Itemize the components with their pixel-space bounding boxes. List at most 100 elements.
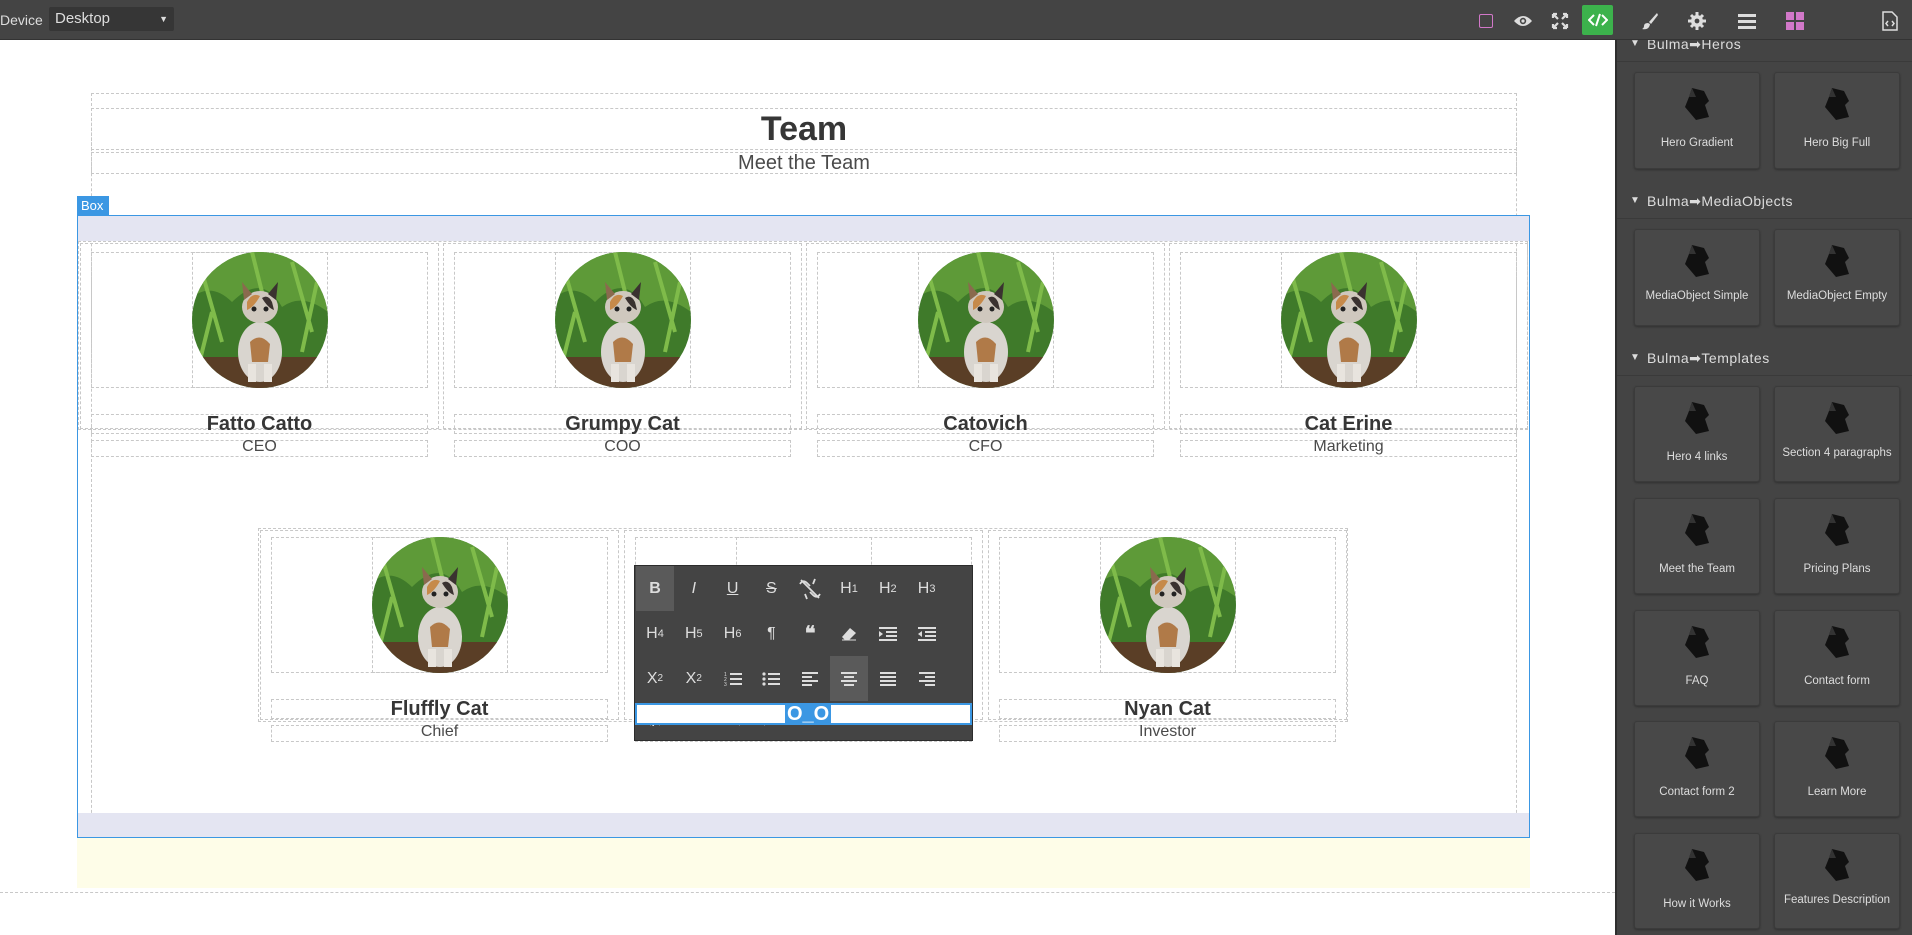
member-name[interactable]: Fluffly Cat: [271, 698, 608, 721]
block-item[interactable]: Learn More: [1774, 721, 1900, 817]
caret-down-icon: ▼: [1630, 40, 1641, 49]
justify-icon[interactable]: [869, 656, 907, 701]
superscript-button[interactable]: X2: [675, 656, 713, 701]
gear-icon[interactable]: [1682, 6, 1712, 36]
block-icon: [1685, 245, 1709, 277]
block-category-header[interactable]: ▼ Bulma➡MediaObjects: [1617, 183, 1912, 219]
cat-avatar[interactable]: [191, 252, 328, 388]
block-item[interactable]: Hero Gradient: [1634, 72, 1760, 169]
h2-button[interactable]: H2: [869, 566, 907, 611]
editor-canvas[interactable]: Team Meet the Team Box Fatto Catto CEO Gru…: [0, 40, 1615, 935]
brush-icon[interactable]: [1635, 6, 1665, 36]
block-label: Contact form 2: [1659, 786, 1735, 798]
member-role[interactable]: Marketing: [1180, 438, 1517, 456]
block-category-title: Bulma➡MediaObjects: [1647, 193, 1794, 209]
indent-icon[interactable]: [869, 611, 907, 656]
cat-avatar[interactable]: [371, 537, 508, 673]
block-item[interactable]: Meet the Team: [1634, 498, 1760, 594]
editing-text-field[interactable]: O_O: [635, 703, 972, 725]
block-item[interactable]: Hero 4 links: [1634, 386, 1760, 482]
svg-text:3: 3: [724, 682, 727, 687]
block-icon: [1825, 737, 1849, 769]
page-subtitle[interactable]: Meet the Team: [91, 151, 1517, 175]
underline-button[interactable]: U: [714, 566, 752, 611]
panel-tabs: [1615, 0, 1912, 40]
block-item[interactable]: FAQ: [1634, 610, 1760, 706]
box-padding-bottom: [78, 813, 1529, 837]
block-item[interactable]: Contact form 2: [1634, 721, 1760, 817]
block-label: Learn More: [1807, 786, 1867, 798]
h3-button[interactable]: H3: [908, 566, 946, 611]
paragraph-button[interactable]: ¶: [752, 611, 790, 656]
member-name[interactable]: Fatto Catto: [91, 413, 428, 436]
align-right-icon[interactable]: [908, 656, 946, 701]
block-icon: [1685, 88, 1709, 120]
strikethrough-button[interactable]: S: [752, 566, 790, 611]
italic-button[interactable]: I: [675, 566, 713, 611]
subscript-button[interactable]: X2: [636, 656, 674, 701]
device-select[interactable]: Desktop ▼: [49, 7, 174, 31]
blocks-panel: ▼ Bulma➡Heros Hero Gradient Hero Big Full ▼ B…: [1615, 40, 1912, 935]
member-name[interactable]: Cat Erine: [1180, 413, 1517, 436]
h6-button[interactable]: H6: [714, 611, 752, 656]
box-padding-top: [78, 216, 1529, 241]
selected-name-text[interactable]: O_O: [785, 704, 832, 725]
unlink-icon[interactable]: [791, 566, 829, 611]
block-item[interactable]: Contact form: [1774, 610, 1900, 706]
block-item[interactable]: Section 4 paragraphs: [1774, 386, 1900, 482]
layers-icon[interactable]: [1732, 6, 1762, 36]
block-category-header[interactable]: ▼ Bulma➡Templates: [1617, 340, 1912, 376]
eye-icon[interactable]: [1508, 6, 1538, 36]
member-name[interactable]: Grumpy Cat: [454, 413, 791, 436]
block-icon: [1825, 88, 1849, 120]
code-file-icon[interactable]: [1875, 6, 1905, 36]
member-name[interactable]: Nyan Cat: [999, 698, 1336, 721]
page-title[interactable]: Team: [91, 108, 1517, 150]
square-outline-icon[interactable]: [1471, 6, 1501, 36]
block-label: Hero Big Full: [1803, 137, 1871, 149]
block-icon: [1825, 514, 1849, 546]
block-item[interactable]: MediaObject Simple: [1634, 229, 1760, 326]
box-badge: Box: [77, 196, 109, 215]
block-item[interactable]: Hero Big Full: [1774, 72, 1900, 169]
block-label: Hero Gradient: [1660, 137, 1734, 149]
ordered-list-icon[interactable]: 123: [714, 656, 752, 701]
unordered-list-icon[interactable]: [752, 656, 790, 701]
block-item[interactable]: Pricing Plans: [1774, 498, 1900, 594]
blockquote-button[interactable]: ❝: [791, 611, 829, 656]
member-role[interactable]: Investor: [999, 723, 1336, 741]
block-item[interactable]: MediaObject Empty: [1774, 229, 1900, 326]
outdent-icon[interactable]: [908, 611, 946, 656]
eraser-icon[interactable]: [830, 611, 868, 656]
code-icon[interactable]: [1582, 5, 1613, 35]
cat-avatar[interactable]: [1099, 537, 1236, 673]
member-role[interactable]: CFO: [817, 438, 1154, 456]
block-label: Contact form: [1804, 675, 1870, 687]
align-left-icon[interactable]: [791, 656, 829, 701]
block-icon: [1685, 737, 1709, 769]
member-role[interactable]: CEO: [91, 438, 428, 456]
caret-down-icon: ▼: [1630, 352, 1641, 363]
block-item[interactable]: Features Description: [1774, 833, 1900, 929]
block-label: Hero 4 links: [1666, 451, 1728, 463]
block-icon: [1825, 626, 1849, 658]
member-role[interactable]: Chief: [271, 723, 608, 741]
caret-down-icon: ▼: [1630, 195, 1641, 206]
device-label: Device: [0, 12, 43, 28]
cat-avatar[interactable]: [1280, 252, 1417, 388]
cat-avatar[interactable]: [917, 252, 1054, 388]
h4-button[interactable]: H4: [636, 611, 674, 656]
member-role[interactable]: COO: [454, 438, 791, 456]
cat-avatar[interactable]: [554, 252, 691, 388]
block-label: FAQ: [1685, 675, 1709, 687]
h5-button[interactable]: H5: [675, 611, 713, 656]
block-category-header[interactable]: ▼ Bulma➡Heros: [1617, 40, 1912, 62]
member-name[interactable]: Catovich: [817, 413, 1154, 436]
blocks-icon[interactable]: [1780, 6, 1810, 36]
block-icon: [1685, 626, 1709, 658]
bold-button[interactable]: B: [636, 566, 674, 611]
align-center-icon[interactable]: [830, 656, 868, 701]
h1-button[interactable]: H1: [830, 566, 868, 611]
fullscreen-icon[interactable]: [1545, 6, 1575, 36]
block-item[interactable]: How it Works: [1634, 833, 1760, 929]
